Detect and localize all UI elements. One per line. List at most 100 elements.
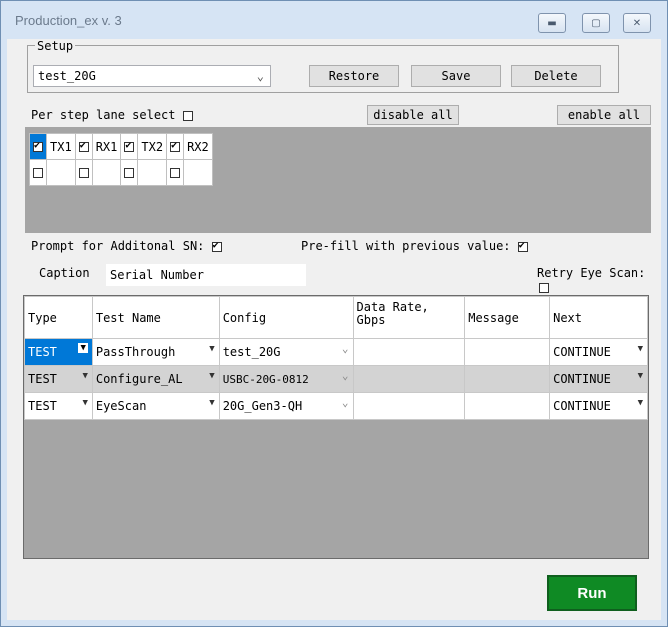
- data-rate-cell[interactable]: [352, 365, 466, 393]
- window-title: Production_ex v. 3: [15, 13, 122, 28]
- prompt-sn-label: Prompt for Additonal SN:: [31, 239, 205, 253]
- lane-cell[interactable]: [29, 133, 47, 160]
- config-value: test_20G: [222, 345, 281, 359]
- next-value: CONTINUE: [553, 372, 611, 386]
- title-bar[interactable]: Production_ex v. 3 ▬ ▢ ✕: [1, 1, 667, 39]
- lane-checkbox[interactable]: [33, 140, 43, 152]
- run-button[interactable]: Run: [547, 575, 637, 611]
- per-step-lane-label: Per step lane select: [31, 108, 176, 122]
- retry-eye-scan-label: Retry Eye Scan:: [537, 266, 646, 280]
- prefill-option[interactable]: Pre-fill with previous value:: [301, 239, 528, 253]
- prefill-label: Pre-fill with previous value:: [301, 239, 511, 253]
- minimize-button[interactable]: ▬: [538, 13, 566, 33]
- next-dropdown[interactable]: CONTINUE ▼: [549, 365, 648, 393]
- lane-label: [183, 159, 213, 186]
- lane-label: TX1: [46, 133, 76, 160]
- steps-table: Type Test Name Config Data Rate, Gbps Me…: [24, 296, 648, 420]
- app-window: Production_ex v. 3 ▬ ▢ ✕ Setup test_20G …: [0, 0, 668, 627]
- config-dropdown[interactable]: test_20G ⌄: [218, 338, 354, 366]
- config-dropdown[interactable]: USBC-20G-0812 ⌄: [218, 365, 354, 393]
- lane-label: RX1: [91, 133, 122, 160]
- prefill-checkbox[interactable]: [517, 240, 528, 252]
- lane-checkbox[interactable]: [170, 140, 181, 152]
- test-name-dropdown[interactable]: PassThrough ▼: [91, 338, 220, 366]
- lane-checkbox[interactable]: [78, 140, 89, 152]
- lane-cell[interactable]: [120, 159, 139, 186]
- close-icon: ✕: [632, 17, 642, 29]
- caption-label: Caption: [39, 266, 90, 280]
- config-dropdown[interactable]: 20G_Gen3-QH ⌄: [218, 392, 354, 420]
- next-value: CONTINUE: [553, 345, 611, 359]
- retry-eye-scan-checkbox[interactable]: [539, 282, 549, 293]
- prompt-sn-option[interactable]: Prompt for Additonal SN:: [31, 239, 222, 253]
- lane-selection-grid: TX1 RX1 TX2 RX2: [25, 127, 651, 233]
- setup-group-label: Setup: [35, 39, 76, 53]
- data-rate-cell[interactable]: [352, 338, 466, 366]
- test-name-value: Configure_AL: [95, 372, 183, 386]
- lane-checkbox[interactable]: [124, 140, 135, 152]
- column-header-config[interactable]: Config: [218, 296, 354, 339]
- lane-cell[interactable]: [74, 133, 93, 160]
- column-header-next[interactable]: Next: [549, 296, 648, 339]
- next-dropdown[interactable]: CONTINUE ▼: [549, 338, 648, 366]
- maximize-button[interactable]: ▢: [582, 13, 610, 33]
- lane-label: RX2: [183, 133, 213, 160]
- chevron-down-icon: ⌄: [341, 342, 349, 355]
- table-row[interactable]: TEST ▼ Configure_AL ▼ USBC-20G-0812 ⌄ CO: [24, 365, 648, 393]
- lane-table: TX1 RX1 TX2 RX2: [29, 133, 213, 186]
- lane-cell[interactable]: [29, 159, 47, 186]
- close-button[interactable]: ✕: [623, 13, 651, 33]
- save-button[interactable]: Save: [411, 65, 501, 87]
- column-header-test-name[interactable]: Test Name: [91, 296, 220, 339]
- type-dropdown[interactable]: TEST ▼: [24, 365, 93, 393]
- type-dropdown[interactable]: TEST ▼: [24, 338, 93, 366]
- retry-eye-scan-option[interactable]: Retry Eye Scan:: [537, 266, 661, 294]
- lane-checkbox[interactable]: [170, 168, 181, 178]
- dropdown-arrow-icon: ▼: [82, 398, 88, 408]
- prompt-sn-checkbox[interactable]: [211, 240, 222, 252]
- lane-cell[interactable]: [166, 133, 185, 160]
- chevron-down-icon: ⌄: [341, 369, 349, 382]
- lane-label: [137, 159, 168, 186]
- test-name-dropdown[interactable]: EyeScan ▼: [91, 392, 220, 420]
- per-step-lane-select[interactable]: Per step lane select: [31, 108, 193, 122]
- minimize-icon: ▬: [547, 17, 557, 29]
- message-cell[interactable]: [464, 365, 551, 393]
- maximize-icon: ▢: [591, 17, 601, 29]
- caption-input-value: Serial Number: [110, 268, 204, 282]
- setup-select-value: test_20G: [38, 69, 96, 83]
- message-cell[interactable]: [464, 392, 551, 420]
- dropdown-arrow-icon: ▼: [82, 371, 88, 381]
- type-value: TEST: [28, 345, 57, 359]
- lane-checkbox[interactable]: [124, 168, 135, 178]
- type-dropdown[interactable]: TEST ▼: [24, 392, 93, 420]
- lane-checkbox[interactable]: [78, 168, 89, 178]
- restore-button[interactable]: Restore: [309, 65, 399, 87]
- next-value: CONTINUE: [553, 399, 611, 413]
- dropdown-arrow-icon: ▼: [78, 343, 88, 353]
- lane-label: [91, 159, 122, 186]
- caption-input[interactable]: Serial Number: [105, 263, 307, 287]
- table-row[interactable]: TEST ▼ PassThrough ▼ test_20G ⌄ CONTINUE: [24, 338, 648, 366]
- lane-checkbox[interactable]: [33, 168, 43, 178]
- message-cell[interactable]: [464, 338, 551, 366]
- column-header-message[interactable]: Message: [464, 296, 551, 339]
- test-name-dropdown[interactable]: Configure_AL ▼: [91, 365, 220, 393]
- enable-all-button[interactable]: enable all: [557, 105, 651, 125]
- delete-button[interactable]: Delete: [511, 65, 601, 87]
- disable-all-button[interactable]: disable all: [367, 105, 459, 125]
- table-row[interactable]: TEST ▼ EyeScan ▼ 20G_Gen3-QH ⌄ CONTINUE: [24, 392, 648, 420]
- column-header-data-rate[interactable]: Data Rate, Gbps: [352, 296, 466, 339]
- column-header-type[interactable]: Type: [24, 296, 93, 339]
- lane-cell[interactable]: [74, 159, 93, 186]
- type-value: TEST: [28, 372, 57, 386]
- setup-select[interactable]: test_20G ⌄: [33, 65, 271, 87]
- dropdown-arrow-icon: ▼: [209, 344, 215, 354]
- lane-cell[interactable]: [166, 159, 185, 186]
- per-step-lane-checkbox[interactable]: [182, 110, 193, 121]
- next-dropdown[interactable]: CONTINUE ▼: [549, 392, 648, 420]
- lane-label: TX2: [137, 133, 168, 160]
- lane-cell[interactable]: [120, 133, 139, 160]
- data-rate-cell[interactable]: [352, 392, 466, 420]
- config-value: USBC-20G-0812: [222, 373, 309, 386]
